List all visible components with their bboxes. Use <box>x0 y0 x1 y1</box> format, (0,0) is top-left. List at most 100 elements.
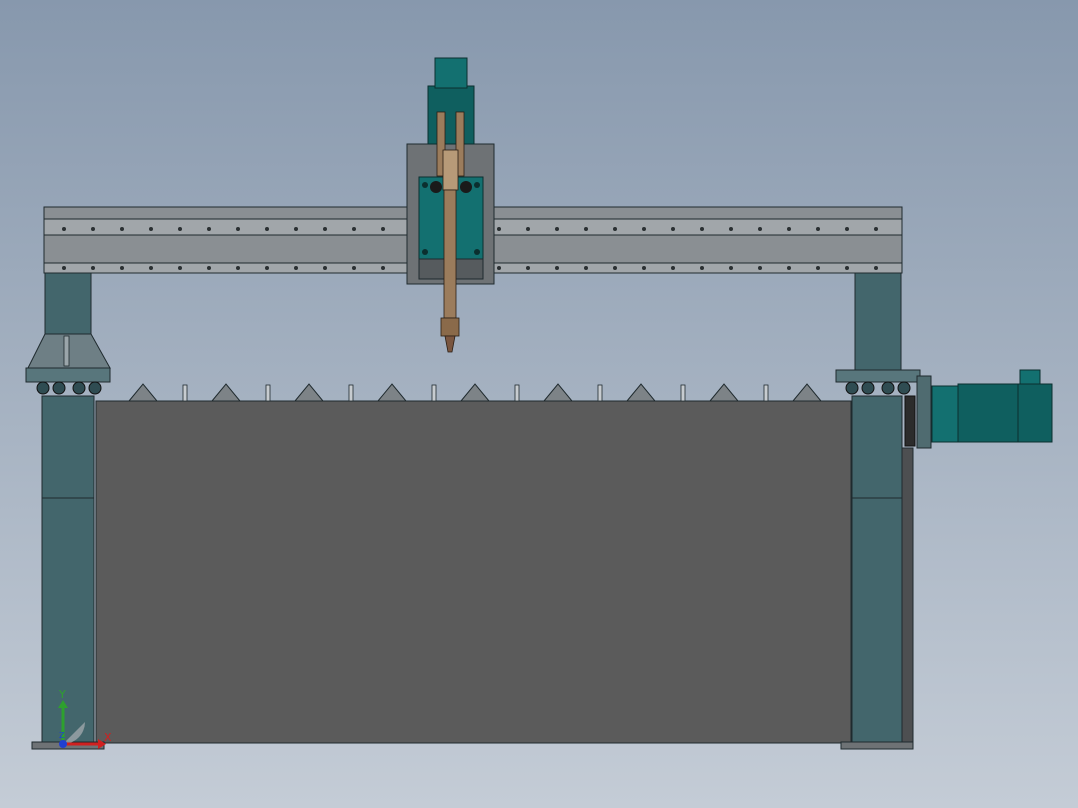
beam-bolt <box>120 266 124 270</box>
beam-bolt <box>816 266 820 270</box>
beam-bolt <box>352 227 356 231</box>
beam-bolt <box>671 227 675 231</box>
beam-bolt <box>91 227 95 231</box>
beam-bolt <box>294 227 298 231</box>
beam-bolt <box>497 227 501 231</box>
motor-body <box>957 383 1053 443</box>
beam-bolt <box>555 227 559 231</box>
beam-bolt <box>352 266 356 270</box>
gantry-machine-drawing: Y X Z <box>25 57 1053 750</box>
bed-tooth <box>210 383 242 402</box>
beam-bolt <box>729 227 733 231</box>
beam-bolt <box>700 227 704 231</box>
torch-tube <box>443 189 457 319</box>
beam-bolt <box>787 266 791 270</box>
beam-bolt <box>91 266 95 270</box>
drive-pinion <box>904 395 916 447</box>
bed-tooth <box>791 383 823 402</box>
right-leg-upper <box>854 271 902 371</box>
beam-bolt <box>294 266 298 270</box>
bed-tooth <box>625 383 657 402</box>
x-axis-label: X <box>104 731 112 744</box>
bed-slat-post <box>597 384 603 402</box>
beam-bolt <box>265 227 269 231</box>
beam-bolt <box>700 266 704 270</box>
beam-bolt <box>758 227 762 231</box>
beam-bolt <box>323 227 327 231</box>
beam-bolt <box>874 266 878 270</box>
right-adjust-knob-icon[interactable] <box>460 181 472 193</box>
beam-bolt <box>526 227 530 231</box>
bed-tooth <box>542 383 574 402</box>
beam-bolt <box>874 227 878 231</box>
cad-viewport[interactable]: Y X Z <box>0 0 1078 808</box>
right-leg-foot <box>840 741 914 750</box>
beam-bolt <box>816 227 820 231</box>
beam-bolt <box>642 227 646 231</box>
right-leg-saddle <box>835 369 921 383</box>
bed-tooth <box>459 383 491 402</box>
beam-bolt <box>381 227 385 231</box>
torch-fitting <box>442 149 459 191</box>
z-axis-label: Z <box>59 731 65 740</box>
beam-bolt <box>149 266 153 270</box>
beam-bolt <box>584 266 588 270</box>
beam-bolt <box>845 266 849 270</box>
beam-bolt <box>62 266 66 270</box>
bed-slat-post <box>763 384 769 402</box>
beam-bolt <box>62 227 66 231</box>
lift-motor-cap <box>434 57 468 89</box>
torch-collar <box>440 317 460 337</box>
right-leg-lower <box>851 395 903 745</box>
beam-bolt <box>729 266 733 270</box>
beam-bolt <box>149 227 153 231</box>
beam-bolt <box>613 227 617 231</box>
lift-motor-base <box>427 85 475 145</box>
beam-bolt <box>584 227 588 231</box>
torch-nozzle <box>444 335 456 353</box>
beam-bolt <box>236 266 240 270</box>
left-leg-saddle <box>25 367 111 383</box>
left-gusset-slot <box>63 335 70 367</box>
bed-slat-post <box>348 384 354 402</box>
beam-bolt <box>642 266 646 270</box>
bed-slat-post <box>182 384 188 402</box>
bed-tooth <box>127 383 159 402</box>
motor-connector <box>1019 369 1041 385</box>
beam-bolt <box>207 266 211 270</box>
beam-bolt <box>381 266 385 270</box>
beam-bolt <box>787 227 791 231</box>
beam-bolt <box>526 266 530 270</box>
beam-bolt <box>178 266 182 270</box>
beam-bolt <box>120 227 124 231</box>
beam-bolt <box>207 227 211 231</box>
left-leg-lower <box>41 395 95 745</box>
bed-slat-teeth <box>127 383 823 402</box>
bed-tooth <box>708 383 740 402</box>
beam-bolt <box>758 266 762 270</box>
beam-bolt <box>265 266 269 270</box>
motor-bracket <box>916 375 932 449</box>
beam-bolt <box>236 227 240 231</box>
bed-slat-post <box>680 384 686 402</box>
bed-tooth <box>376 383 408 402</box>
bed-panel <box>95 400 852 744</box>
bed-tooth <box>293 383 325 402</box>
y-axis-label: Y <box>58 688 66 701</box>
left-adjust-knob-icon[interactable] <box>430 181 442 193</box>
right-leg-side-plate <box>901 447 914 745</box>
beam-bolt <box>497 266 501 270</box>
motor-flange <box>931 385 959 443</box>
beam-bolt <box>845 227 849 231</box>
beam-bolt <box>323 266 327 270</box>
bed-slat-post <box>514 384 520 402</box>
bed-slat-post <box>431 384 437 402</box>
drive-motor <box>904 369 1053 449</box>
torch-carriage <box>406 57 495 353</box>
bed-slat-post <box>265 384 271 402</box>
cutting-bed <box>95 383 852 744</box>
beam-bolt <box>671 266 675 270</box>
right-wheels <box>845 381 911 395</box>
left-wheels <box>36 381 102 395</box>
beam-bolt <box>555 266 559 270</box>
